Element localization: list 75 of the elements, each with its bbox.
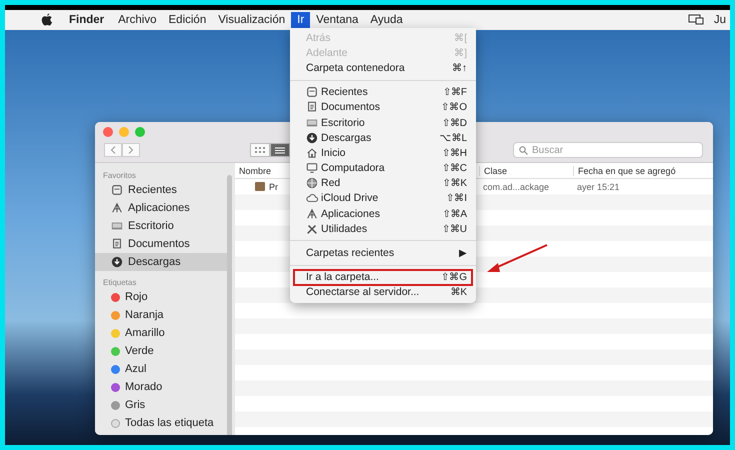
search-field[interactable]: Buscar — [513, 142, 703, 158]
tag-item[interactable]: Amarillo — [95, 324, 229, 342]
scrollbar[interactable] — [227, 175, 232, 435]
menu-item[interactable]: Carpeta contenedora ⌘↑ — [294, 60, 472, 76]
menu-item[interactable]: Conectarse al servidor... ⌘K — [294, 284, 472, 300]
tag-item[interactable]: Todas las etiqueta — [95, 414, 229, 432]
menu-item[interactable]: Utilidades ⇧⌘U — [294, 221, 472, 236]
section-header: Etiquetas — [102, 277, 138, 288]
annotation-arrow — [485, 243, 549, 275]
menu-title[interactable]: Visualización — [212, 12, 292, 28]
minimize-button[interactable] — [119, 127, 129, 137]
sidebar-item[interactable]: Documentos — [95, 235, 229, 253]
sidebar-item[interactable]: Escritorio — [95, 217, 229, 235]
sidebar-item-icon — [111, 256, 123, 268]
sidebar-item[interactable]: Recientes — [95, 181, 229, 199]
tag-item[interactable]: Naranja — [95, 306, 229, 324]
menu-item-icon — [306, 177, 318, 190]
column-header[interactable]: Clase — [479, 166, 573, 176]
sidebar-item-icon — [111, 238, 123, 250]
table-cell-text: com.ad...ackage — [482, 182, 550, 192]
forward-button[interactable] — [122, 143, 140, 157]
menu-item-icon — [306, 162, 318, 174]
menu-item[interactable]: Carpetas recientes ▶ — [294, 245, 472, 261]
menu-item[interactable]: Descargas ⌥⌘L — [294, 130, 472, 146]
menu-item[interactable]: Aplicaciones ⇧⌘A — [294, 206, 472, 222]
menu-item-icon — [306, 222, 318, 235]
menu-item[interactable]: Inicio ⇧⌘H — [294, 145, 472, 160]
menu-item[interactable]: Recientes ⇧⌘F — [294, 84, 472, 100]
menu-item-icon — [306, 101, 318, 114]
display-icon[interactable] — [688, 14, 704, 26]
menu-title[interactable]: Ventana — [310, 12, 364, 28]
sidebar-item-icon — [111, 220, 123, 232]
menu-item[interactable]: Red ⇧⌘K — [294, 176, 472, 191]
menu-item[interactable]: Ir a la carpeta... ⇧⌘G — [294, 270, 472, 285]
icon-view-button[interactable] — [250, 143, 270, 157]
menu-item-icon — [306, 208, 318, 220]
sidebar-item-icon — [111, 184, 123, 196]
menu-title[interactable]: Ir — [291, 12, 310, 28]
column-header[interactable]: Fecha en que se agregó — [573, 166, 713, 176]
tag-item[interactable]: Azul — [95, 360, 229, 378]
search-icon — [519, 146, 528, 155]
app-menu[interactable]: Finder — [67, 12, 112, 28]
menu-item[interactable]: Documentos ⇧⌘O — [294, 100, 472, 115]
menu-item[interactable]: Computadora ⇧⌘C — [294, 160, 472, 176]
menu-item[interactable]: Escritorio ⇧⌘D — [294, 114, 472, 130]
menu-item-icon — [306, 116, 318, 129]
tag-item[interactable]: Rojo — [95, 288, 229, 306]
list-view-button[interactable] — [270, 143, 290, 157]
file-name[interactable]: Pr — [269, 182, 278, 192]
menu-title[interactable]: Archivo — [112, 12, 162, 28]
menu-item[interactable]: iCloud Drive ⇧⌘I — [294, 190, 472, 206]
menu-item-icon — [306, 132, 318, 144]
close-button[interactable] — [103, 127, 113, 137]
tag-item[interactable]: Gris — [95, 396, 229, 414]
package-icon — [255, 182, 265, 192]
list-icon — [275, 146, 285, 154]
menu-title[interactable]: Ayuda — [364, 12, 409, 28]
chevron-left-icon — [110, 146, 116, 154]
section-header: Favoritos — [102, 170, 137, 181]
menu-item-icon — [306, 192, 318, 204]
back-button[interactable] — [104, 143, 122, 157]
chevron-right-icon — [128, 146, 134, 154]
sidebar-item-icon — [111, 202, 123, 214]
zoom-button[interactable] — [135, 127, 145, 137]
tag-item[interactable]: Morado — [95, 378, 229, 396]
grid-icon — [255, 147, 265, 153]
menu-title[interactable]: Edición — [162, 12, 212, 28]
sidebar-item[interactable]: Aplicaciones — [95, 199, 229, 217]
menu-item-icon — [306, 86, 318, 98]
table-cell-text: ayer 15:21 — [576, 182, 621, 192]
apple-logo-icon[interactable] — [41, 13, 53, 27]
tag-item[interactable]: Verde — [95, 342, 229, 360]
clock-text: Ju — [714, 14, 726, 26]
sidebar-item[interactable]: Descargas — [95, 253, 229, 271]
menu-item-icon — [306, 146, 318, 159]
